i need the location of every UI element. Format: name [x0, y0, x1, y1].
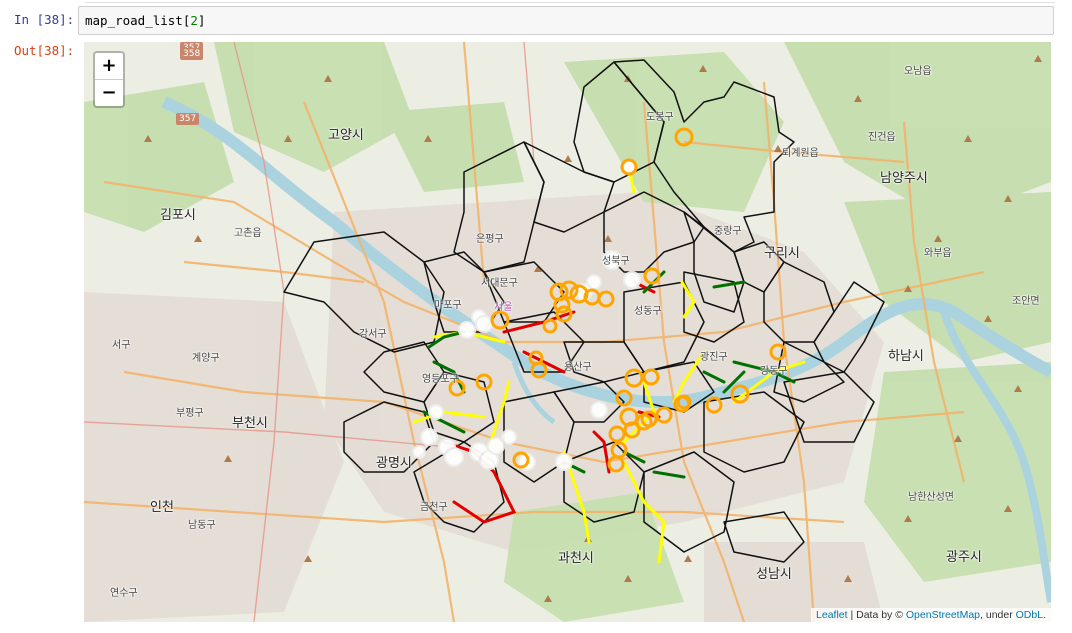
map-label-bupyeong: 부평구 [176, 408, 204, 419]
map-label-jungnang: 중랑구 [714, 226, 742, 237]
leaflet-link[interactable]: Leaflet [816, 609, 848, 621]
map-label-gwangju: 광주시 [946, 550, 982, 565]
zoom-out-button[interactable]: − [95, 79, 123, 106]
code-cell[interactable]: map_road_list[2] [78, 6, 1054, 35]
map-label-jingeon: 진건읍 [868, 132, 896, 143]
map-label-gangdong: 강동구 [760, 366, 788, 377]
code-index: 2 [190, 13, 198, 28]
map-label-bucheon: 부천시 [232, 416, 268, 431]
map-attribution: Leaflet | Data by © OpenStreetMap, under… [811, 608, 1051, 622]
map-label-gochon: 고촌읍 [234, 228, 262, 239]
map-label-namyangju: 남양주시 [880, 171, 928, 186]
map-label-incheon: 인천 [150, 500, 174, 515]
map-label-seongnam: 성남시 [756, 567, 792, 582]
route-shield-358: 358 [180, 48, 204, 60]
input-prompt: In [38]: [14, 12, 75, 27]
map-label-goyang: 고양시 [328, 128, 364, 143]
map-label-guri: 구리시 [764, 246, 800, 261]
map-label-wabu: 와부읍 [924, 248, 952, 259]
cell-divider [85, 2, 1055, 3]
code-text[interactable]: map_road_list[2] [85, 13, 205, 28]
map-label-joan: 조안면 [1012, 296, 1040, 307]
osm-link[interactable]: OpenStreetMap [906, 609, 980, 621]
map-label-gwangjin: 광진구 [700, 352, 728, 363]
map-label-gangseo: 강서구 [359, 329, 387, 340]
map-label-yongsan: 용산구 [564, 362, 592, 373]
map-tiles [84, 42, 1051, 622]
map-label-seodaemun: 서대문구 [481, 278, 518, 289]
zoom-in-button[interactable]: + [95, 53, 123, 79]
leaflet-map[interactable]: 고양시 김포시 인천 부천시 광명시 과천시 성남시 광주시 하남시 남양주시 … [84, 42, 1051, 622]
map-label-seoul: 서울 [494, 302, 513, 313]
odbl-link[interactable]: ODbL. [1016, 609, 1046, 621]
map-label-seo: 서구 [112, 340, 131, 351]
map-label-gwacheon: 과천시 [558, 551, 594, 566]
map-label-hanam: 하남시 [888, 349, 924, 364]
zoom-control: + − [93, 51, 125, 108]
map-label-gyeyang: 계양구 [192, 353, 220, 364]
map-label-geumcheon: 금천구 [420, 502, 448, 513]
map-label-gimpo: 김포시 [160, 208, 196, 223]
map-label-mapo: 마포구 [434, 300, 462, 311]
map-label-eunpyeong: 은평구 [476, 234, 504, 245]
map-label-seongdong: 성동구 [634, 306, 662, 317]
map-label-toegyewon: 퇴계원읍 [782, 148, 819, 159]
map-label-namdong: 남동구 [188, 520, 216, 531]
map-label-gwangmyeong: 광명시 [376, 456, 412, 471]
map-label-onam: 오남읍 [904, 66, 932, 77]
map-label-namhansanseong: 남한산성면 [908, 492, 954, 503]
output-prompt: Out[38]: [14, 43, 75, 58]
map-label-yeonsu: 연수구 [110, 588, 138, 599]
map-label-dobong: 도봉구 [646, 112, 674, 123]
route-shield-357b: 357 [176, 113, 200, 125]
map-label-yeongdeungpo: 영등포구 [422, 374, 459, 385]
map-label-seongbuk: 성북구 [602, 256, 630, 267]
